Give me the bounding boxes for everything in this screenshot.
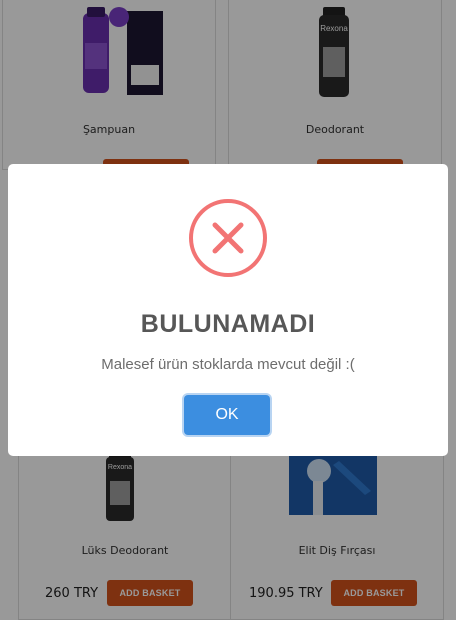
ok-button[interactable]: OK <box>184 395 270 435</box>
dialog-title: BULUNAMADI <box>140 310 316 338</box>
dialog-message: Malesef ürün stoklarda mevcut değil :( <box>101 356 355 373</box>
error-x-icon <box>189 199 267 277</box>
error-dialog: BULUNAMADI Malesef ürün stoklarda mevcut… <box>8 164 448 456</box>
